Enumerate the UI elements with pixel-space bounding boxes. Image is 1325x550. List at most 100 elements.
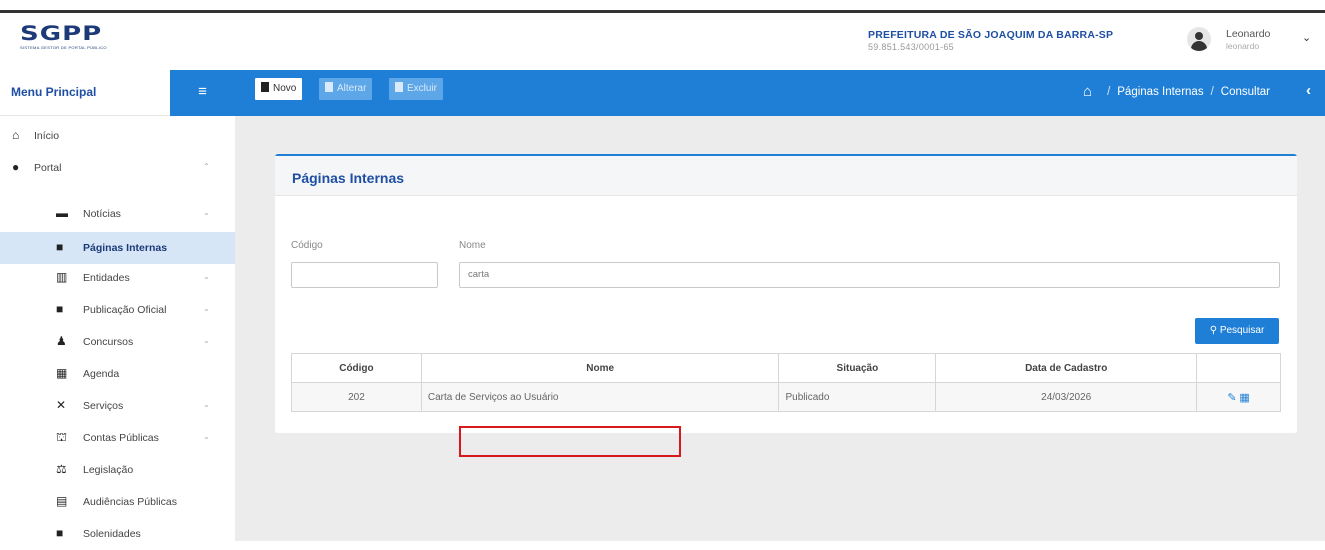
grid-icon[interactable]: ▦ — [1239, 392, 1249, 404]
edit-icon — [325, 82, 333, 92]
file-icon: ■ — [56, 240, 64, 254]
chevron-down-icon[interactable]: ⌄ — [1302, 31, 1311, 44]
organization-info: PREFEITURA DE SÃO JOAQUIM DA BARRA-SP 59… — [868, 29, 1113, 52]
sidebar-item-label: Início — [34, 130, 60, 142]
scale-icon: ⚖ — [56, 462, 67, 476]
delete-button-label: Excluir — [407, 83, 438, 94]
new-button-label: Novo — [273, 83, 297, 94]
cell-situacao: Publicado — [778, 382, 937, 412]
table-row[interactable]: 202 Carta de Serviços ao Usuário Publica… — [291, 382, 1281, 412]
edit-button-label: Alterar — [337, 83, 367, 94]
new-button[interactable]: Novo — [255, 78, 303, 100]
header-data[interactable]: Data de Cadastro — [935, 353, 1198, 383]
sidebar-item-noticias[interactable]: ▬ Notícias ⌄ — [0, 198, 235, 230]
header-codigo[interactable]: Código — [291, 353, 422, 383]
menu-title: Menu Principal — [11, 85, 97, 99]
sidebar-item-label: Legislação — [83, 464, 134, 476]
cell-data: 24/03/2026 — [935, 382, 1198, 412]
home-icon[interactable]: ⌂ — [1083, 83, 1092, 100]
chevron-down-icon: ⌄ — [203, 336, 210, 345]
toolbar: Novo Alterar Excluir ⌂ / Páginas Internas /… — [235, 70, 1325, 116]
search-button-label: Pesquisar — [1219, 325, 1265, 336]
sidebar-item-label: Páginas Internas — [83, 242, 168, 254]
globe-icon: ● — [12, 160, 20, 174]
chevron-left-icon[interactable]: ‹ — [1306, 82, 1311, 99]
sidebar-item-label: Audiências Públicas — [83, 496, 177, 508]
header-actions — [1196, 353, 1281, 383]
sidebar-item-portal[interactable]: ● Portal ⌃ — [0, 152, 235, 184]
header-situacao[interactable]: Situação — [778, 353, 937, 383]
sidebar-item-label: Notícias — [83, 208, 121, 220]
search-button[interactable]: ⚲ Pesquisar — [1195, 318, 1279, 344]
logo-mark: SGPP — [20, 22, 103, 46]
organization-name: PREFEITURA DE SÃO JOAQUIM DA BARRA-SP — [868, 29, 1114, 41]
sidebar-item-solenidades[interactable]: ■ Solenidades — [0, 518, 235, 550]
user-info[interactable]: Leonardo leonardo — [1226, 28, 1270, 51]
chevron-down-icon: ⌄ — [203, 304, 210, 313]
cell-codigo: 202 — [291, 382, 422, 412]
tools-icon: ✕ — [56, 398, 67, 412]
sidebar-item-label: Publicação Oficial — [83, 304, 167, 316]
sidebar-item-label: Solenidades — [83, 528, 141, 540]
organization-cnpj: 59.851.543/0001-65 — [868, 42, 954, 52]
breadcrumb-separator: / — [1210, 86, 1214, 98]
edit-button[interactable]: Alterar — [319, 78, 373, 100]
nome-input[interactable]: carta — [459, 262, 1280, 288]
home-icon: ⌂ — [12, 128, 20, 142]
results-table: Código Nome Situação Data de Cadastro 20… — [291, 353, 1281, 412]
sidebar-item-concursos[interactable]: ♟ Concursos ⌄ — [0, 326, 235, 358]
table-header-row: Código Nome Situação Data de Cadastro — [291, 353, 1281, 383]
page-title: Páginas Internas — [292, 170, 405, 186]
codigo-label: Código — [291, 240, 323, 251]
avatar-head — [1195, 32, 1203, 40]
user-login: leonardo — [1226, 41, 1260, 51]
calendar-icon: ▦ — [56, 366, 68, 380]
header-nome[interactable]: Nome — [420, 353, 780, 383]
menu-header: Menu Principal ≡ — [0, 70, 235, 116]
sidebar-item-label: Concursos — [83, 336, 134, 348]
sidebar-item-agenda[interactable]: ▦ Agenda — [0, 358, 235, 390]
delete-button[interactable]: Excluir — [389, 78, 444, 100]
file-icon: ■ — [56, 302, 64, 316]
sidebar-item-audiencias-publicas[interactable]: ▤ Audiências Públicas — [0, 486, 235, 518]
chevron-down-icon: ⌄ — [203, 432, 210, 441]
breadcrumb-item-pages[interactable]: Páginas Internas — [1117, 86, 1203, 98]
sidebar-item-inicio[interactable]: ⌂ Início — [0, 120, 235, 152]
avatar[interactable] — [1187, 27, 1211, 51]
codigo-input[interactable] — [291, 262, 438, 288]
breadcrumb: ⌂ / Páginas Internas / Consultar — [1083, 83, 1270, 100]
sidebar-item-servicos[interactable]: ✕ Serviços ⌄ — [0, 390, 235, 422]
avatar-body — [1191, 41, 1207, 51]
sidebar-item-label: Serviços — [83, 400, 124, 412]
search-icon: ⚲ — [1209, 325, 1218, 336]
user-name: Leonardo — [1226, 28, 1271, 40]
building-icon: ▥ — [56, 270, 68, 284]
users-icon: ♟ — [56, 334, 67, 348]
card-header: Páginas Internas — [275, 156, 1297, 196]
cell-actions: ✎ ▦ — [1196, 382, 1281, 412]
sidebar-item-label: Agenda — [83, 368, 120, 380]
main-content: Páginas Internas Código Nome carta ⚲ Pes… — [235, 116, 1325, 541]
header: SGPP SISTEMA GESTOR DE PORTAL PÚBLICO PR… — [0, 13, 1325, 70]
logo[interactable]: SGPP SISTEMA GESTOR DE PORTAL PÚBLICO — [20, 22, 140, 57]
sidebar-item-label: Portal — [34, 162, 62, 174]
hamburger-icon[interactable]: ≡ — [170, 70, 235, 116]
chevron-down-icon: ⌄ — [203, 400, 210, 409]
sidebar-item-paginas-internas[interactable]: ■ Páginas Internas — [0, 232, 235, 264]
top-strip — [0, 0, 1325, 10]
trash-icon — [395, 82, 403, 92]
sidebar-item-legislacao[interactable]: ⚖ Legislação — [0, 454, 235, 486]
logo-subtitle: SISTEMA GESTOR DE PORTAL PÚBLICO — [20, 45, 107, 50]
file-icon: ■ — [56, 526, 64, 540]
sidebar-item-contas-publicas[interactable]: ⛫ Contas Públicas ⌄ — [0, 422, 235, 454]
sidebar-item-label: Contas Públicas — [83, 432, 159, 444]
edit-icon[interactable]: ✎ — [1227, 392, 1236, 404]
chevron-down-icon: ⌄ — [203, 272, 210, 281]
highlight-box — [459, 426, 681, 457]
cell-nome: Carta de Serviços ao Usuário — [420, 382, 780, 412]
list-icon: ▤ — [56, 494, 68, 508]
chevron-down-icon: ⌄ — [203, 208, 210, 217]
sidebar-item-publicacao-oficial[interactable]: ■ Publicação Oficial ⌄ — [0, 294, 235, 326]
sidebar-item-entidades[interactable]: ▥ Entidades ⌄ — [0, 262, 235, 294]
new-file-icon — [261, 82, 269, 92]
